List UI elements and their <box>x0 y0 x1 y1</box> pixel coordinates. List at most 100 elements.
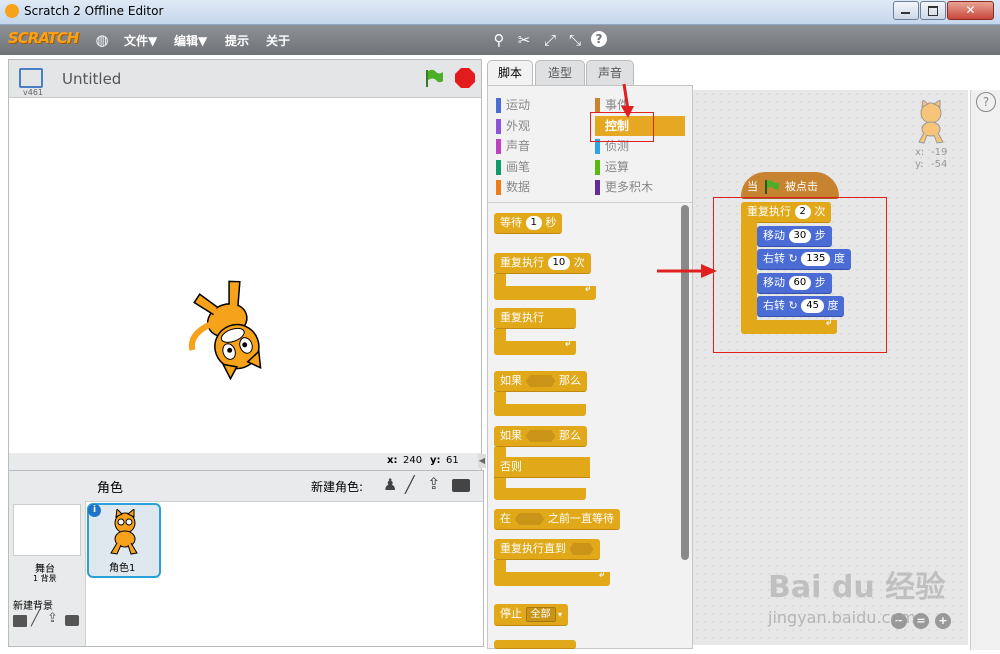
block-forever[interactable]: 重复执行 <box>494 308 576 329</box>
current-sprite-icon <box>918 100 944 144</box>
block-repeat[interactable]: 重复执行 10 次 <box>494 253 591 274</box>
category-label: 画笔 <box>506 160 531 174</box>
stage-panel: v461 Untitled x: 240 y: 61 <box>8 59 482 472</box>
block-if-else[interactable]: 如果 那么 <box>494 426 587 447</box>
baidu-watermark-url: jingyan.baidu.com <box>768 608 916 627</box>
zoom-in-icon[interactable]: + <box>935 613 951 629</box>
block-forever-foot: ↲ <box>494 338 576 355</box>
category-list: 运动 外观 声音 画笔 数据 事件 控制 侦测 运算 更多积木 <box>488 86 692 203</box>
backdrop-library-icon[interactable] <box>13 615 27 627</box>
category-motion[interactable]: 运动 <box>496 95 530 115</box>
upload-sprite-icon[interactable]: ⇪ <box>427 474 440 493</box>
green-flag-icon[interactable] <box>424 68 444 88</box>
stage-thumbnail[interactable] <box>13 504 81 556</box>
palette-scrollbar[interactable] <box>681 205 689 560</box>
mouse-y-value: 61 <box>446 455 459 466</box>
green-flag-icon <box>764 180 779 194</box>
sprite-thumbnail-selected[interactable]: i 角色1 <box>87 503 161 578</box>
stage-header: v461 Untitled <box>9 60 481 98</box>
scratch-logo[interactable]: SCRATCH <box>8 29 79 49</box>
tab-scripts[interactable]: 脚本 <box>487 60 533 86</box>
backdrop-count: 1 背景 <box>33 574 57 583</box>
sprite-x-label: x: <box>915 147 925 158</box>
block-repeat-until-foot: ↲ <box>494 569 610 586</box>
app-icon <box>5 4 19 18</box>
sprite-y-value: -54 <box>931 159 948 170</box>
cat-sprite-on-stage[interactable] <box>174 270 284 380</box>
sprite-header: 角色 新建角色: ♟ ╱ ⇪ <box>85 471 483 502</box>
block-palette: 运动 外观 声音 画笔 数据 事件 控制 侦测 运算 更多积木 等待 1 秒 重… <box>487 85 693 649</box>
help-icon[interactable]: ? <box>976 92 996 112</box>
delete-scissors-icon[interactable]: ✂ <box>515 31 533 49</box>
menubar: SCRATCH ◍ 文件▼ 编辑▼ 提示 关于 ⚲ ✂ ⤢ ⤡ ? <box>0 25 1000 55</box>
block-else-label: 否则 <box>494 457 590 478</box>
category-color-bar <box>595 160 600 175</box>
annotation-arrow-down <box>621 83 634 118</box>
category-more-blocks[interactable]: 更多积木 <box>595 177 653 197</box>
stop-icon[interactable] <box>455 68 475 88</box>
info-icon[interactable]: i <box>88 504 101 517</box>
menu-file[interactable]: 文件▼ <box>124 32 157 49</box>
minimize-button[interactable] <box>893 1 919 20</box>
block-wait[interactable]: 等待 1 秒 <box>494 213 563 234</box>
upload-backdrop-icon[interactable]: ⇪ <box>47 611 58 626</box>
category-looks[interactable]: 外观 <box>496 116 530 136</box>
block-repeat-until[interactable]: 重复执行直到 <box>494 539 600 560</box>
shrink-icon[interactable]: ⤡ <box>566 31 584 49</box>
mouse-x-value: 240 <box>403 455 423 466</box>
menu-about[interactable]: 关于 <box>266 32 290 49</box>
block-stop[interactable]: 停止 全部 ▾ <box>494 604 569 626</box>
script-hat-block[interactable]: 当 被点击 <box>741 172 839 199</box>
fullscreen-icon[interactable] <box>19 68 43 88</box>
baidu-watermark: Bai du 经验 <box>768 570 946 605</box>
category-label: 外观 <box>506 119 531 133</box>
maximize-button[interactable] <box>920 1 946 20</box>
grow-icon[interactable]: ⤢ <box>541 31 559 49</box>
sprite-x-value: -19 <box>931 147 948 158</box>
paint-backdrop-icon[interactable]: ╱ <box>31 611 39 627</box>
category-label: 更多积木 <box>605 180 654 194</box>
category-color-bar <box>595 180 600 195</box>
new-backdrop-label: 新建背景 <box>13 601 53 612</box>
tab-costumes[interactable]: 造型 <box>535 60 585 85</box>
category-label: 运动 <box>506 98 531 112</box>
category-operators[interactable]: 运算 <box>595 157 629 177</box>
block-if-then[interactable]: 如果 那么 <box>494 371 587 392</box>
category-pen[interactable]: 画笔 <box>496 157 530 177</box>
sprites-title: 角色 <box>97 481 124 496</box>
version-label: v461 <box>23 88 44 97</box>
help-icon[interactable]: ? <box>591 31 609 49</box>
annotation-box-script <box>713 197 887 353</box>
camera-sprite-icon[interactable] <box>452 479 470 492</box>
block-wait-until[interactable]: 在 之前一直等待 <box>494 509 620 530</box>
menu-tips[interactable]: 提示 <box>225 32 249 49</box>
new-sprite-label: 新建角色: <box>311 480 364 494</box>
duplicate-stamp-icon[interactable]: ⚲ <box>490 31 508 49</box>
category-color-bar <box>496 180 501 195</box>
sprite-library-icon[interactable]: ♟ <box>383 475 397 494</box>
category-data[interactable]: 数据 <box>496 177 530 197</box>
category-label: 声音 <box>506 139 531 153</box>
project-title[interactable]: Untitled <box>62 70 121 88</box>
cat-thumbnail <box>110 509 138 555</box>
stop-option-dropdown[interactable]: 全部 <box>525 606 556 622</box>
panel-collapse-arrow[interactable]: ◀ <box>478 454 486 468</box>
category-color-bar <box>496 98 501 113</box>
camera-backdrop-icon[interactable] <box>65 615 79 626</box>
category-color-bar <box>595 98 600 113</box>
script-area[interactable]: x: -19 y: -54 当 被点击 重复执行 2 次 ↲ 移动 30 步 右… <box>693 90 968 645</box>
category-color-bar <box>496 139 501 154</box>
category-sound[interactable]: 声音 <box>496 136 530 156</box>
block-cut-off <box>494 640 576 649</box>
mouse-y-label: y: <box>430 455 441 466</box>
globe-icon[interactable]: ◍ <box>93 31 111 49</box>
window-titlebar: Scratch 2 Offline Editor ✕ <box>0 0 1000 25</box>
stage-canvas[interactable] <box>9 98 481 453</box>
category-color-bar <box>496 119 501 134</box>
block-repeat-foot: ↲ <box>494 283 596 300</box>
mouse-x-label: x: <box>387 455 398 466</box>
paint-sprite-icon[interactable]: ╱ <box>405 475 415 494</box>
close-button[interactable]: ✕ <box>947 1 994 20</box>
category-label: 数据 <box>506 180 531 194</box>
menu-edit[interactable]: 编辑▼ <box>174 32 207 49</box>
